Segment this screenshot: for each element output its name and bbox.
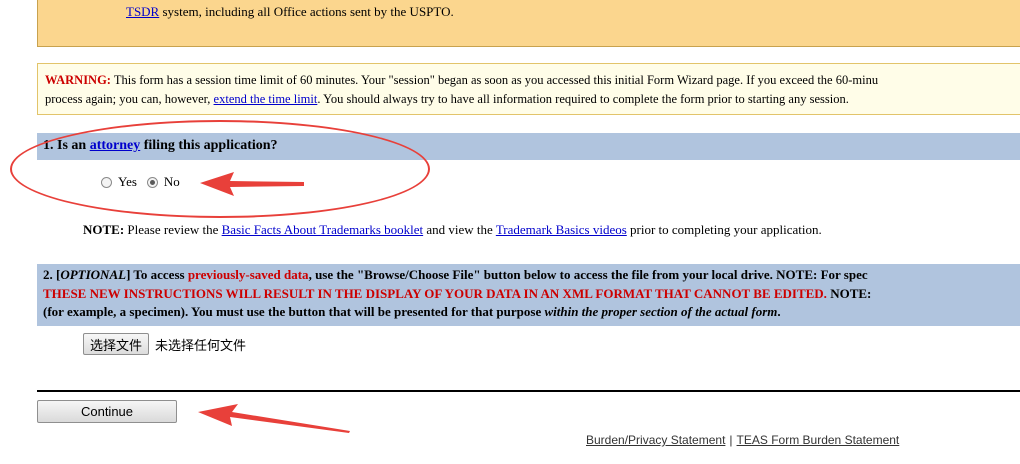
question-2-header: 2. [OPTIONAL] To access previously-saved… [37,264,1020,326]
q2-l3-pre: (for example, a specimen). You must use … [43,304,545,319]
notice-text: TSDR system, including all Office action… [126,4,454,20]
q2-l2-post: NOTE: [826,286,872,301]
q2-l1-pre: 2. [ [43,267,61,282]
note-text-post: prior to completing your application. [626,222,822,237]
divider [37,390,1020,392]
notice-body: system, including all Office actions sen… [159,4,454,19]
tsdr-link[interactable]: TSDR [126,4,159,19]
choose-file-button[interactable]: 选择文件 [83,333,150,355]
burden-privacy-statement-link[interactable]: Burden/Privacy Statement [586,433,725,447]
warning-line-1: WARNING: This form has a session time li… [45,73,878,88]
question-2-line-2: THESE NEW INSTRUCTIONS WILL RESULT IN TH… [43,286,871,302]
notice-box: TSDR system, including all Office action… [37,0,1020,47]
file-chooser: 选择文件 未选择任何文件 [83,333,246,355]
q2-optional: OPTIONAL [60,267,127,282]
q2-l1-post: , use the "Browse/Choose File" button be… [308,267,868,282]
question-2-line-1: 2. [OPTIONAL] To access previously-saved… [43,267,868,283]
teas-form-burden-statement-link[interactable]: TEAS Form Burden Statement [737,433,900,447]
continue-button[interactable]: Continue [37,400,177,423]
annotation-arrow-no [200,172,304,196]
note-text-mid: and view the [423,222,496,237]
q2-l1-mid: ] To access [126,267,188,282]
teas-form-wizard-page: TSDR system, including all Office action… [0,0,1020,464]
q2-previously-saved-data: previously-saved data [187,267,309,282]
warning-label: WARNING: [45,73,111,87]
extend-time-limit-link[interactable]: extend the time limit [214,92,318,106]
q2-xml-warning: THESE NEW INSTRUCTIONS WILL RESULT IN TH… [43,286,827,301]
annotation-ellipse [10,120,430,218]
file-status-text: 未选择任何文件 [155,338,247,354]
q2-l3-italic: within the proper section of the actual … [544,304,778,319]
footer-links: Burden/Privacy Statement | TEAS Form Burde… [586,433,899,447]
trademark-basics-videos-link[interactable]: Trademark Basics videos [496,222,627,237]
warning-text-2-post: . You should always try to have all info… [317,92,849,106]
q2-l3-post: . [777,304,781,319]
warning-text-1: This form has a session time limit of 60… [110,73,879,87]
footer-separator: | [729,433,733,447]
note-text-pre: Please review the [124,222,222,237]
session-warning-box: WARNING: This form has a session time li… [37,63,1020,115]
basic-facts-booklet-link[interactable]: Basic Facts About Trademarks booklet [222,222,424,237]
note-label: NOTE: [83,222,125,237]
annotation-arrow-continue [198,404,350,433]
warning-text-2-pre: process again; you can, however, [45,92,214,106]
warning-line-2: process again; you can, however, extend … [45,92,849,107]
note-line: NOTE: Please review the Basic Facts Abou… [83,222,822,238]
question-2-line-3: (for example, a specimen). You must use … [43,304,781,320]
